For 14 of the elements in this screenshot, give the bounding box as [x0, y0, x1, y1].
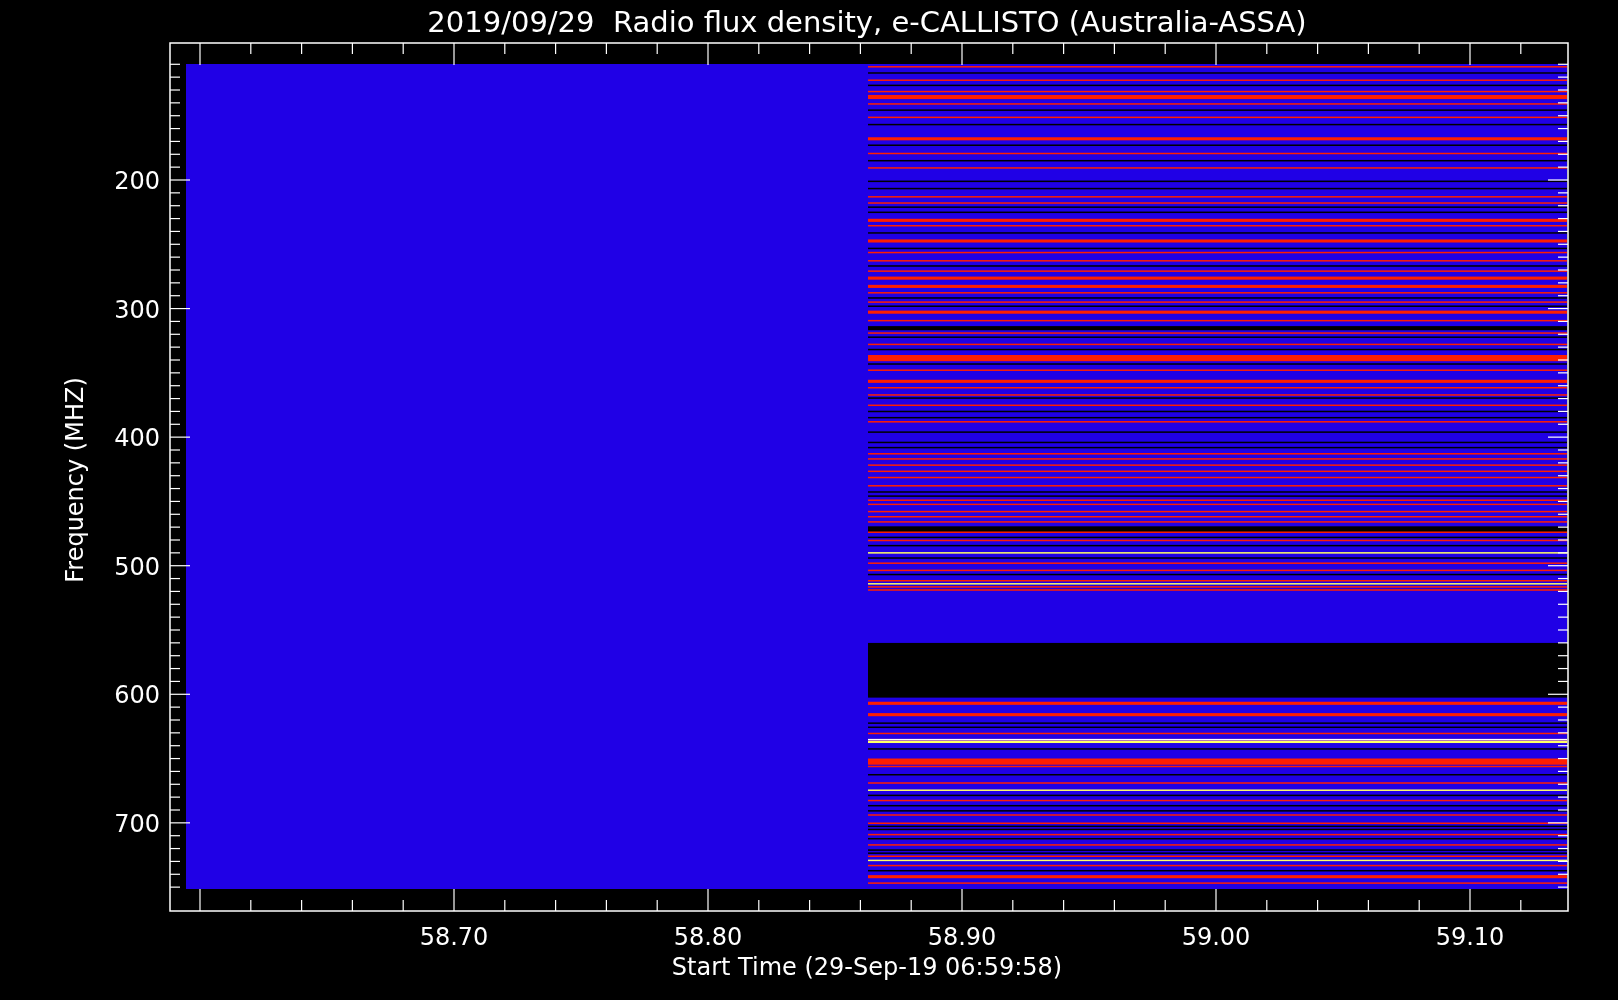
x-tick-label: 58.90 — [927, 923, 997, 951]
y-axis-title: Frequency (MHZ) — [61, 377, 89, 583]
x-tick-label: 58.70 — [419, 923, 489, 951]
y-tick-label: 200 — [114, 167, 160, 195]
y-tick-label: 300 — [114, 295, 160, 324]
chart-title: 2019/09/29 Radio flux density, e-CALLISTO (Australia-ASSA) — [427, 5, 1307, 39]
y-tick-label: 600 — [114, 681, 160, 710]
x-tick-label: 59.10 — [1435, 923, 1505, 951]
y-tick-label: 700 — [114, 809, 160, 838]
x-tick-label: 59.00 — [1181, 923, 1251, 951]
x-axis-title: Start Time (29-Sep-19 06:59:58) — [671, 953, 1063, 981]
y-tick-label: 400 — [114, 424, 160, 453]
x-tick-label: 58.80 — [673, 923, 743, 951]
y-tick-label: 500 — [114, 552, 160, 581]
